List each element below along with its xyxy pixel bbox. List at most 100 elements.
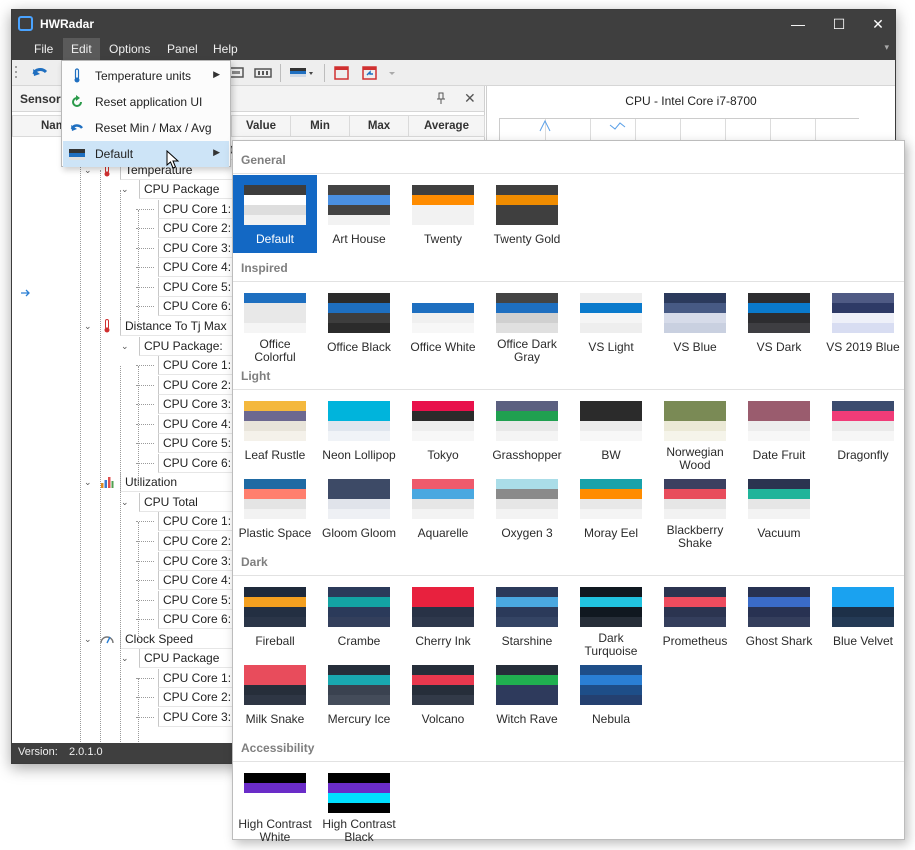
menu-overflow-icon[interactable]: ▾ [884,42,889,53]
close-button[interactable]: ✕ [860,13,895,35]
tree-expand-toggle[interactable]: ⌄ [84,317,92,336]
tree-leaf-row[interactable]: CPU Core 2: [12,219,232,239]
theme-tile[interactable]: Aquarelle [401,469,485,547]
theme-tile[interactable]: Tokyo [401,391,485,469]
tree-leaf-row[interactable]: CPU Core 3: [12,395,232,415]
tree-expand-toggle[interactable]: ⌄ [121,180,129,199]
tree-expand-toggle[interactable]: ⌄ [121,337,129,356]
theme-tile[interactable]: Moray Eel [569,469,653,547]
theme-tile[interactable]: Volcano [401,655,485,733]
tree-node-row[interactable]: ⌄ CPU Total [12,492,232,512]
tree-leaf-row[interactable]: CPU Core 4: [12,414,232,434]
theme-tile[interactable]: Blue Velvet [821,577,905,655]
theme-tile[interactable]: High Contrast Black [317,763,401,844]
theme-tile[interactable]: Ghost Shark [737,577,821,655]
menu-item-reset-min-max[interactable]: Reset Min / Max / Avg [63,115,229,141]
menu-panel[interactable]: Panel [159,38,206,60]
column-max[interactable]: Max [349,115,409,137]
theme-tile[interactable]: Blackberry Shake [653,469,737,550]
tree-leaf-row[interactable]: CPU Core 2: [12,688,232,708]
maximize-button[interactable]: ☐ [821,13,857,35]
theme-tile[interactable]: Cherry Ink [401,577,485,655]
menu-help[interactable]: Help [205,38,246,60]
theme-tile[interactable]: VS 2019 Blue [821,283,905,361]
tree-leaf-row[interactable]: CPU Core 6: [12,297,232,317]
tree-leaf-row[interactable]: CPU Core 3: [12,707,232,727]
theme-tile[interactable]: Art House [317,175,401,253]
tree-leaf-row[interactable]: CPU Core 5: [12,434,232,454]
column-average[interactable]: Average [408,115,485,137]
undo-icon[interactable] [30,63,50,83]
restore-window-icon[interactable] [360,63,380,83]
tree-leaf-row[interactable]: CPU Core 2: [12,532,232,551]
tree-node-row[interactable]: ⌄ CPU Package [12,649,232,669]
menu-edit[interactable]: Edit [63,38,100,60]
theme-tile[interactable]: VS Dark [737,283,821,361]
tree-leaf-row[interactable]: CPU Core 2: [12,375,232,395]
tree-leaf-row[interactable]: CPU Core 6: [12,453,232,473]
theme-tile[interactable]: High Contrast White [233,763,317,844]
theme-tile[interactable]: Office Colorful [233,283,317,364]
tree-node-row[interactable]: ⌄ CPU Package [12,180,232,200]
column-value[interactable]: Value [231,115,291,137]
theme-tile[interactable]: Twenty [401,175,485,253]
theme-tile[interactable]: Crambe [317,577,401,655]
theme-picker-icon[interactable] [288,63,316,83]
tree-node-row[interactable]: ⌄ CPU Package: [12,336,232,356]
chevron-down-icon[interactable] [386,63,398,83]
theme-tile[interactable]: Prometheus [653,577,737,655]
theme-tile[interactable]: Witch Rave [485,655,569,733]
theme-tile[interactable]: Gloom Gloom [317,469,401,547]
theme-tile[interactable]: Twenty Gold [485,175,569,253]
tree-leaf-row[interactable]: CPU Core 1: [12,668,232,688]
theme-tile[interactable]: Leaf Rustle [233,391,317,469]
menu-file[interactable]: File [26,38,61,60]
tree-leaf-row[interactable]: CPU Core 3: [12,551,232,571]
theme-tile[interactable]: Default [233,175,317,253]
theme-tile[interactable]: Grasshopper [485,391,569,469]
menu-options[interactable]: Options [101,38,158,60]
theme-tile[interactable]: Office White [401,283,485,361]
theme-tile[interactable]: Date Fruit [737,391,821,469]
theme-tile[interactable]: Office Black [317,283,401,361]
menu-item-theme[interactable]: Default ▶ [63,141,229,167]
column-min[interactable]: Min [290,115,350,137]
pin-icon[interactable] [436,92,446,107]
tree-node-row[interactable]: ⌄ Utilization [12,473,232,493]
theme-tile[interactable]: VS Blue [653,283,737,361]
tree-leaf-row[interactable]: CPU Core 4: [12,571,232,591]
tree-node-row[interactable]: ⌄ Clock Speed [12,629,232,649]
tree-leaf-row[interactable]: CPU Core 1: [12,512,232,532]
theme-tile[interactable]: Milk Snake [233,655,317,733]
menu-item-temperature-units[interactable]: Temperature units ▶ [63,63,229,89]
theme-tile[interactable]: Office Dark Gray [485,283,569,364]
tree-node-row[interactable]: ⌄ Distance To Tj Max [12,316,232,336]
menu-item-reset-ui[interactable]: Reset application UI [63,89,229,115]
tree-leaf-row[interactable]: CPU Core 5: [12,277,232,297]
minimize-button[interactable]: — [780,13,816,35]
memory-icon[interactable] [253,63,273,83]
tree-expand-toggle[interactable]: ⌄ [84,473,92,492]
tree-leaf-row[interactable]: CPU Core 1: [12,199,232,219]
tree-leaf-row[interactable]: CPU Core 6: [12,610,232,630]
tree-expand-toggle[interactable]: ⌄ [121,493,129,512]
tree-expand-toggle[interactable]: ⌄ [84,630,92,649]
theme-tile[interactable]: Plastic Space [233,469,317,547]
theme-tile[interactable]: Dragonfly [821,391,905,469]
theme-tile[interactable]: Fireball [233,577,317,655]
theme-tile[interactable]: Starshine [485,577,569,655]
theme-tile[interactable]: Nebula [569,655,653,733]
theme-tile[interactable]: BW [569,391,653,469]
theme-tile[interactable]: Mercury Ice [317,655,401,733]
new-window-icon[interactable] [332,63,352,83]
theme-tile[interactable]: Dark Turquoise [569,577,653,658]
tree-leaf-row[interactable]: CPU Core 1: [12,356,232,376]
tree-leaf-row[interactable]: CPU Core 5: [12,590,232,610]
theme-tile[interactable]: Vacuum [737,469,821,547]
theme-tile[interactable]: Norwegian Wood [653,391,737,472]
tree-expand-toggle[interactable]: ⌄ [121,649,129,668]
panel-close-button[interactable]: ✕ [464,90,476,107]
theme-tile[interactable]: Neon Lollipop [317,391,401,469]
tree-leaf-row[interactable]: CPU Core 3: [12,238,232,258]
theme-tile[interactable]: VS Light [569,283,653,361]
